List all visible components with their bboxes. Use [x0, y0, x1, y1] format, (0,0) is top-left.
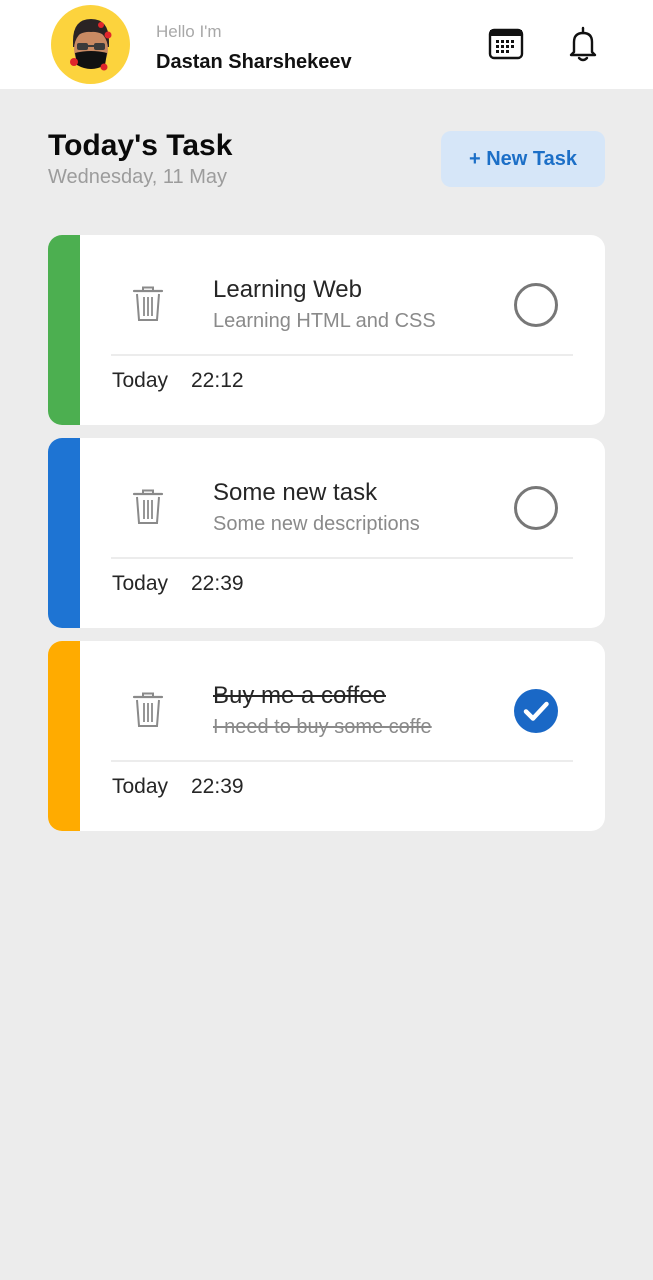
task-card[interactable]: Buy me a coffee I need to buy some coffe… [48, 641, 605, 831]
task-time: 22:39 [191, 775, 244, 798]
app-header: Hello I'm Dastan Sharshekeev [0, 0, 653, 89]
divider [111, 760, 573, 762]
task-complete-toggle[interactable] [514, 486, 558, 530]
task-description: I need to buy some coffe [213, 716, 432, 738]
task-card[interactable]: Some new task Some new descriptions Toda… [48, 438, 605, 628]
task-color-bar [48, 235, 80, 425]
calendar-icon [488, 28, 524, 60]
task-time: 22:39 [191, 572, 244, 595]
delete-task-button[interactable] [132, 488, 164, 526]
delete-task-button[interactable] [132, 285, 164, 323]
user-name: Dastan Sharshekeev [156, 51, 352, 73]
bell-icon [569, 26, 597, 62]
task-color-bar [48, 438, 80, 628]
task-title: Some new task [213, 479, 378, 506]
checkmark-icon [523, 701, 549, 721]
avatar[interactable] [51, 5, 130, 84]
task-complete-toggle[interactable] [514, 283, 558, 327]
greeting-text: Hello I'm [156, 22, 222, 41]
delete-task-button[interactable] [132, 691, 164, 729]
divider [111, 354, 573, 356]
divider [111, 557, 573, 559]
notifications-button[interactable] [563, 24, 603, 64]
task-time: 22:12 [191, 369, 244, 392]
trash-icon [132, 286, 164, 321]
task-day: Today [112, 775, 169, 798]
task-card[interactable]: Learning Web Learning HTML and CSS Today… [48, 235, 605, 425]
task-description: Some new descriptions [213, 513, 420, 535]
new-task-button[interactable]: + New Task [441, 131, 605, 187]
task-day: Today [112, 369, 169, 392]
page-title: Today's Task [48, 129, 233, 162]
current-date: Wednesday, 11 May [48, 166, 227, 188]
task-complete-toggle[interactable] [514, 689, 558, 733]
task-description: Learning HTML and CSS [213, 310, 436, 332]
task-color-bar [48, 641, 80, 831]
calendar-button[interactable] [486, 24, 526, 64]
trash-icon [132, 489, 164, 524]
task-title: Buy me a coffee [213, 682, 386, 709]
task-title: Learning Web [213, 276, 362, 303]
task-day: Today [112, 572, 169, 595]
trash-icon [132, 692, 164, 727]
memoji-avatar-icon [70, 19, 112, 71]
